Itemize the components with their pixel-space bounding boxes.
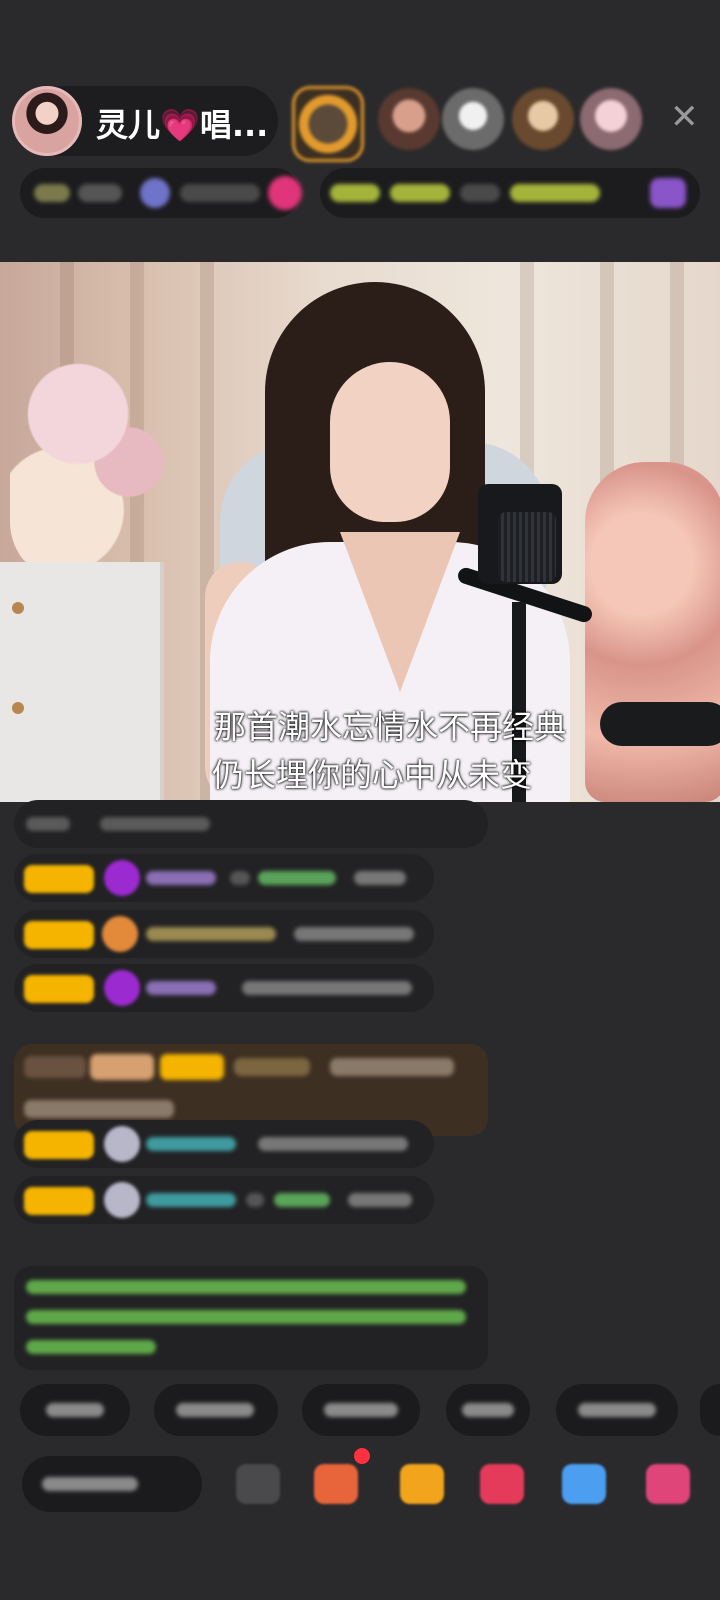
notice-text-3 [460,184,500,202]
rank-text-2 [180,184,260,202]
notice-text-4 [510,184,600,202]
chat-message[interactable] [14,1120,434,1168]
top-viewer-avatar-4[interactable] [512,88,574,150]
subtitle-line-2: 仍长埋你的心中从未变 [211,756,532,794]
rank-badge-icon [140,178,170,208]
chat-message[interactable] [14,854,434,902]
quick-chip-2[interactable] [154,1384,278,1436]
gem-icon [104,970,140,1006]
gift-icon [650,178,686,208]
emoji-icon[interactable] [236,1464,280,1504]
notification-dot [354,1448,370,1464]
top-viewer-avatar-3[interactable] [442,88,504,150]
host-name: 灵儿💗唱... [96,106,269,144]
subtitle-line-1: 那首潮水忘情水不再经典 [213,708,566,746]
top-viewer-avatar-1[interactable] [292,86,364,162]
level-badge [24,975,94,1003]
ranking-pill[interactable] [20,168,302,218]
avatar-icon [104,1182,140,1218]
host-avatar[interactable] [12,86,82,156]
microphone-grille [498,512,556,582]
notice-text-2 [390,184,450,202]
top-viewer-avatar-5[interactable] [580,88,642,150]
top-viewer-avatar-2[interactable] [378,88,440,150]
level-badge [24,1187,94,1215]
quick-chip-1[interactable] [20,1384,130,1436]
welcome-notice [14,1266,488,1370]
gift-box-icon[interactable] [314,1464,358,1504]
level-badge [24,1131,94,1159]
chat-message[interactable] [14,910,434,958]
level-badge [24,921,94,949]
comment-input[interactable] [22,1456,202,1512]
red-packet-icon[interactable] [400,1464,444,1504]
heart-icon [268,176,302,210]
streamer-face [330,362,450,522]
rank-icon [34,184,70,202]
chat-message[interactable] [14,1176,434,1224]
live-video[interactable]: 那首潮水忘情水不再经典 仍长埋你的心中从未变 [0,262,720,802]
fan-club-icon[interactable] [480,1464,524,1504]
ranking-row [20,168,700,218]
hand-icon [102,916,138,952]
gem-icon [104,860,140,896]
rank-text [78,184,122,202]
level-badge [24,865,94,893]
notice-text-1 [330,184,380,202]
quick-chip-6[interactable] [700,1384,720,1436]
host-info-pill[interactable]: 灵儿💗唱... [12,86,278,156]
quick-chip-4[interactable] [446,1384,530,1436]
notice-pill[interactable] [320,168,700,218]
flower-decoration [10,342,180,582]
gift-icon[interactable] [646,1464,690,1504]
game-icon[interactable] [562,1464,606,1504]
quick-chip-5[interactable] [556,1384,678,1436]
chat-message[interactable] [14,964,434,1012]
avatar-icon [104,1126,140,1162]
close-icon[interactable]: ✕ [670,100,699,134]
chat-message[interactable] [14,800,488,848]
quick-chip-3[interactable] [302,1384,420,1436]
